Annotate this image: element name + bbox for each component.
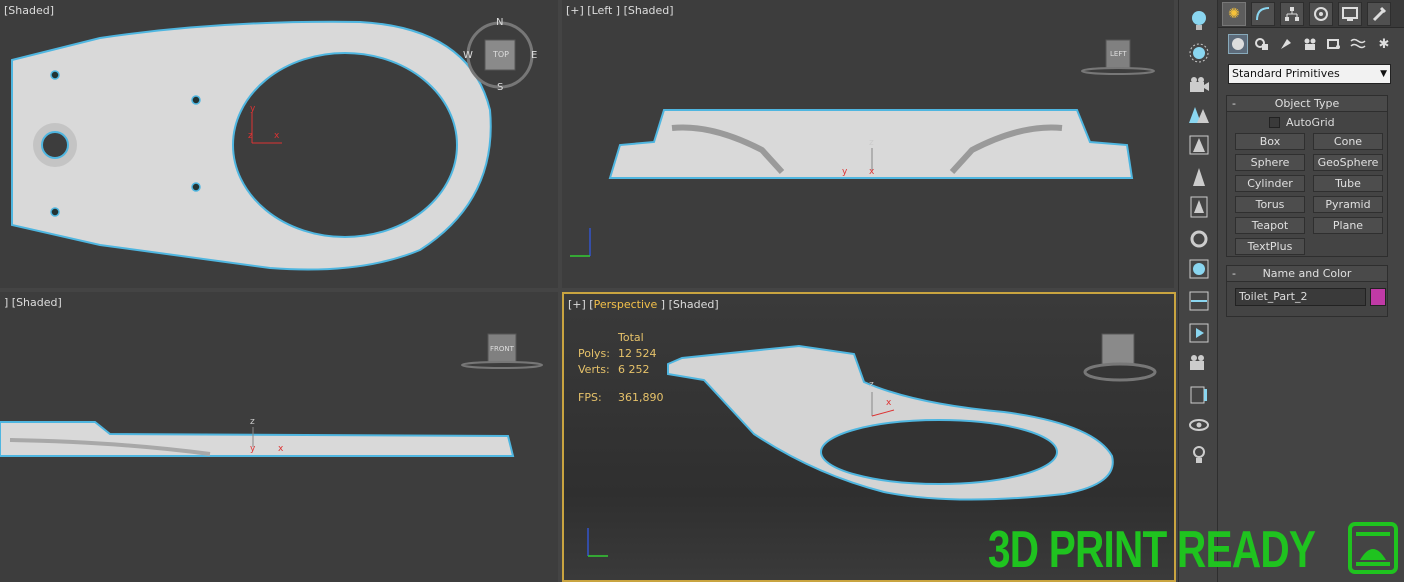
bulb-icon[interactable]: [1185, 8, 1213, 34]
name-and-color-header[interactable]: - Name and Color: [1227, 266, 1387, 282]
front-view-model: [0, 333, 543, 457]
axis-x-label: x: [869, 167, 875, 177]
sun-icon[interactable]: [1185, 40, 1213, 66]
viewcube-top[interactable]: TOP: [493, 50, 509, 59]
viewcube-front[interactable]: FRONT: [490, 345, 514, 353]
eye-icon[interactable]: [1185, 412, 1213, 438]
textplus-button[interactable]: TextPlus: [1235, 238, 1305, 255]
viewcube-left[interactable]: LEFT: [1110, 50, 1127, 58]
cone-button[interactable]: Cone: [1313, 133, 1383, 150]
axis-y-label: y: [250, 104, 256, 114]
create-subtabs: ✱: [1228, 34, 1398, 56]
category-dropdown[interactable]: Standard Primitives ▼: [1228, 64, 1391, 84]
autogrid-label: AutoGrid: [1286, 116, 1335, 129]
object-color-swatch[interactable]: [1370, 288, 1386, 306]
pyramid-button[interactable]: Pyramid: [1313, 196, 1383, 213]
torus-button[interactable]: Torus: [1235, 196, 1305, 213]
tree-panel-icon[interactable]: [1185, 132, 1213, 158]
chevron-down-icon: ▼: [1380, 69, 1387, 79]
toolbar-strip: [1178, 0, 1218, 582]
cameras-icon[interactable]: [1300, 34, 1320, 54]
printer-logo-icon: [1348, 522, 1398, 574]
camera-add-icon[interactable]: [1185, 350, 1213, 376]
plane-button[interactable]: Plane: [1313, 217, 1383, 234]
create-tab-icon[interactable]: ✺: [1222, 2, 1246, 26]
command-panel: ✺ ✱ Standard Primitives ▼ - Object Type Au…: [1218, 0, 1404, 582]
light-bulb-icon[interactable]: [1185, 442, 1213, 468]
systems-icon[interactable]: ✱: [1374, 34, 1394, 54]
top-view-model: [11, 20, 534, 271]
tree-icon[interactable]: [1185, 164, 1213, 190]
name-and-color-rollout: - Name and Color Toilet_Part_2: [1226, 265, 1388, 317]
compass-s: S: [497, 82, 504, 93]
material-icon[interactable]: [1185, 256, 1213, 282]
cylinder-button[interactable]: Cylinder: [1235, 175, 1305, 192]
spacewarps-icon[interactable]: [1348, 34, 1368, 54]
helpers-icon[interactable]: [1324, 34, 1344, 54]
left-view-model: [570, 39, 1155, 257]
axis-z-label: z: [248, 131, 253, 141]
axis-z-label: z: [869, 380, 874, 390]
object-name-field[interactable]: Toilet_Part_2: [1235, 288, 1366, 306]
geosphere-button[interactable]: GeoSphere: [1313, 154, 1383, 171]
autogrid-checkbox[interactable]: AutoGrid: [1269, 116, 1335, 129]
teapot-button[interactable]: Teapot: [1235, 217, 1305, 234]
axis-x-label: x: [886, 398, 892, 408]
axis-y-label: y: [250, 444, 256, 454]
render-frame-icon[interactable]: [1185, 320, 1213, 346]
motion-tab-icon[interactable]: [1309, 2, 1333, 26]
refresh-icon[interactable]: [1185, 226, 1213, 252]
viewport-top[interactable]: [Shaded] x y z TOP N E S W: [0, 0, 558, 288]
print-ready-watermark: 3D PRINT READY: [988, 521, 1316, 579]
shapes-icon[interactable]: [1252, 34, 1272, 54]
command-panel-tabs: ✺: [1218, 0, 1404, 28]
hierarchy-tab-icon[interactable]: [1280, 2, 1304, 26]
object-type-header[interactable]: - Object Type: [1227, 96, 1387, 112]
trees-icon[interactable]: [1185, 102, 1213, 128]
geometry-icon[interactable]: [1228, 34, 1248, 54]
viewport-left[interactable]: [+] [Left ] [Shaded] z y x LEFT: [562, 0, 1174, 288]
sphere-button[interactable]: Sphere: [1235, 154, 1305, 171]
camera-icon[interactable]: [1185, 72, 1213, 98]
axis-x-label: x: [278, 444, 284, 454]
axis-x-label: x: [274, 131, 280, 141]
compass-e: E: [531, 50, 538, 61]
display-tab-icon[interactable]: [1338, 2, 1362, 26]
axis-y-label: y: [842, 167, 848, 177]
utilities-tab-icon[interactable]: [1367, 2, 1391, 26]
modify-tab-icon[interactable]: [1251, 2, 1275, 26]
compass-w: W: [463, 50, 473, 61]
axis-z-label: z: [250, 417, 255, 427]
viewport-front[interactable]: ] [Shaded] z y x FRONT: [0, 292, 558, 582]
lights-icon[interactable]: [1276, 34, 1296, 54]
tube-button[interactable]: Tube: [1313, 175, 1383, 192]
box-button[interactable]: Box: [1235, 133, 1305, 150]
tree-doc-icon[interactable]: [1185, 194, 1213, 220]
layer-icon[interactable]: [1185, 382, 1213, 408]
compass-n: N: [496, 17, 504, 28]
object-type-rollout: - Object Type AutoGrid Box Cone Sphere Ge…: [1226, 95, 1388, 257]
snap-icon[interactable]: [1185, 288, 1213, 314]
axis-z-label: z: [869, 138, 874, 148]
